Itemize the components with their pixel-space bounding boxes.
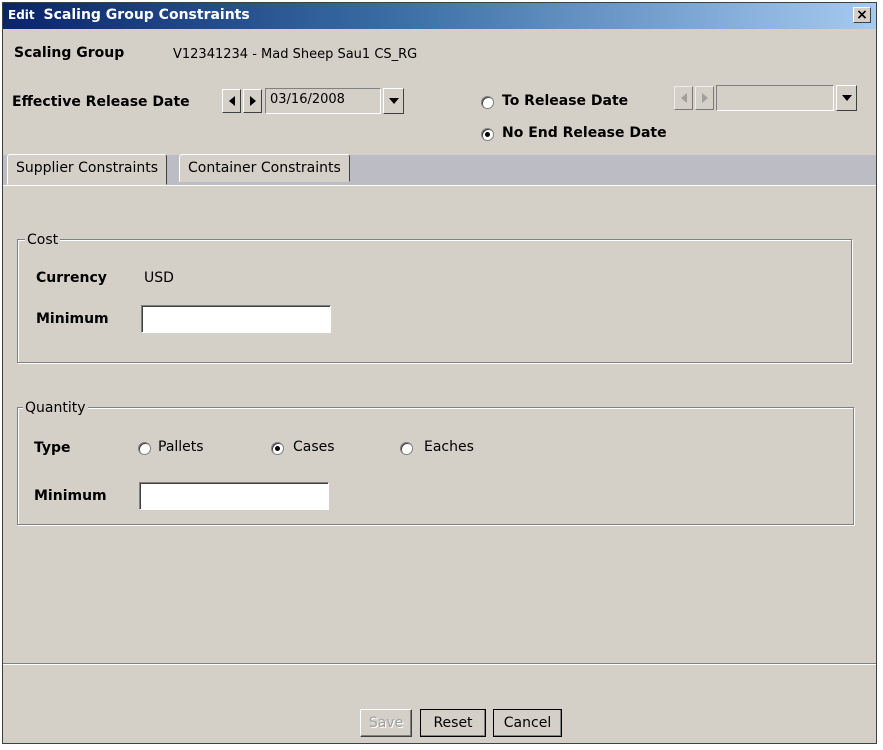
tab-supplier-constraints-label: Supplier Constraints	[16, 160, 159, 176]
title-label: Scaling Group Constraints	[43, 7, 250, 23]
tab-container-constraints-label: Container Constraints	[188, 160, 341, 176]
arrow-left-icon	[228, 96, 235, 106]
save-button[interactable]: Save	[360, 709, 412, 737]
effective-date-dropdown[interactable]	[383, 88, 404, 114]
eaches-radio[interactable]	[400, 442, 413, 455]
effective-date-value: 03/16/2008	[270, 92, 345, 107]
arrow-right-icon	[701, 93, 708, 103]
no-end-release-date-radio[interactable]	[481, 128, 494, 141]
edit-dialog: Edit Scaling Group Constraints × Scaling…	[2, 2, 877, 744]
title-prefix: Edit	[8, 8, 35, 22]
cancel-button[interactable]: Cancel	[493, 709, 562, 737]
quantity-minimum-label: Minimum	[34, 488, 107, 504]
arrow-left-icon	[680, 93, 687, 103]
effective-date-field[interactable]: 03/16/2008	[265, 88, 381, 114]
cost-legend: Cost	[25, 232, 61, 248]
quantity-legend: Quantity	[23, 400, 88, 416]
save-button-label: Save	[368, 715, 404, 731]
to-release-date-label: To Release Date	[502, 93, 629, 109]
eaches-label: Eaches	[424, 439, 474, 455]
tab-container-constraints[interactable]: Container Constraints	[179, 154, 350, 182]
cost-group	[17, 239, 852, 363]
date-prev-button[interactable]	[222, 89, 241, 113]
currency-value: USD	[144, 270, 174, 286]
close-icon: ×	[856, 7, 868, 23]
chevron-down-icon	[388, 98, 399, 104]
cancel-button-label: Cancel	[503, 715, 552, 731]
arrow-right-icon	[249, 96, 256, 106]
scaling-group-label: Scaling Group	[14, 45, 125, 61]
cases-label: Cases	[293, 439, 335, 455]
end-date-prev-button[interactable]	[674, 86, 693, 110]
end-date-dropdown[interactable]	[836, 85, 857, 111]
effective-release-date-label: Effective Release Date	[12, 94, 190, 110]
reset-button-label: Reset	[433, 715, 473, 731]
window-title: Edit Scaling Group Constraints	[8, 7, 250, 23]
end-date-field[interactable]	[716, 85, 834, 111]
chevron-down-icon	[841, 95, 852, 101]
currency-label: Currency	[36, 270, 107, 286]
quantity-minimum-input[interactable]	[139, 482, 329, 510]
tab-supplier-constraints[interactable]: Supplier Constraints	[7, 154, 168, 185]
cost-minimum-label: Minimum	[36, 311, 109, 327]
pallets-label: Pallets	[158, 439, 204, 455]
reset-button[interactable]: Reset	[420, 709, 486, 737]
end-date-next-button[interactable]	[695, 86, 714, 110]
cases-radio[interactable]	[271, 442, 284, 455]
to-release-date-radio[interactable]	[481, 96, 494, 109]
no-end-release-date-label: No End Release Date	[502, 125, 667, 141]
scaling-group-value: V12341234 - Mad Sheep Sau1 CS_RG	[173, 47, 418, 62]
pallets-radio[interactable]	[138, 442, 151, 455]
title-bar[interactable]: Edit Scaling Group Constraints ×	[3, 3, 876, 29]
quantity-type-label: Type	[34, 440, 71, 456]
date-next-button[interactable]	[243, 89, 262, 113]
cost-minimum-input[interactable]	[141, 305, 331, 333]
footer-divider-highlight	[3, 664, 876, 665]
close-button[interactable]: ×	[853, 7, 871, 23]
